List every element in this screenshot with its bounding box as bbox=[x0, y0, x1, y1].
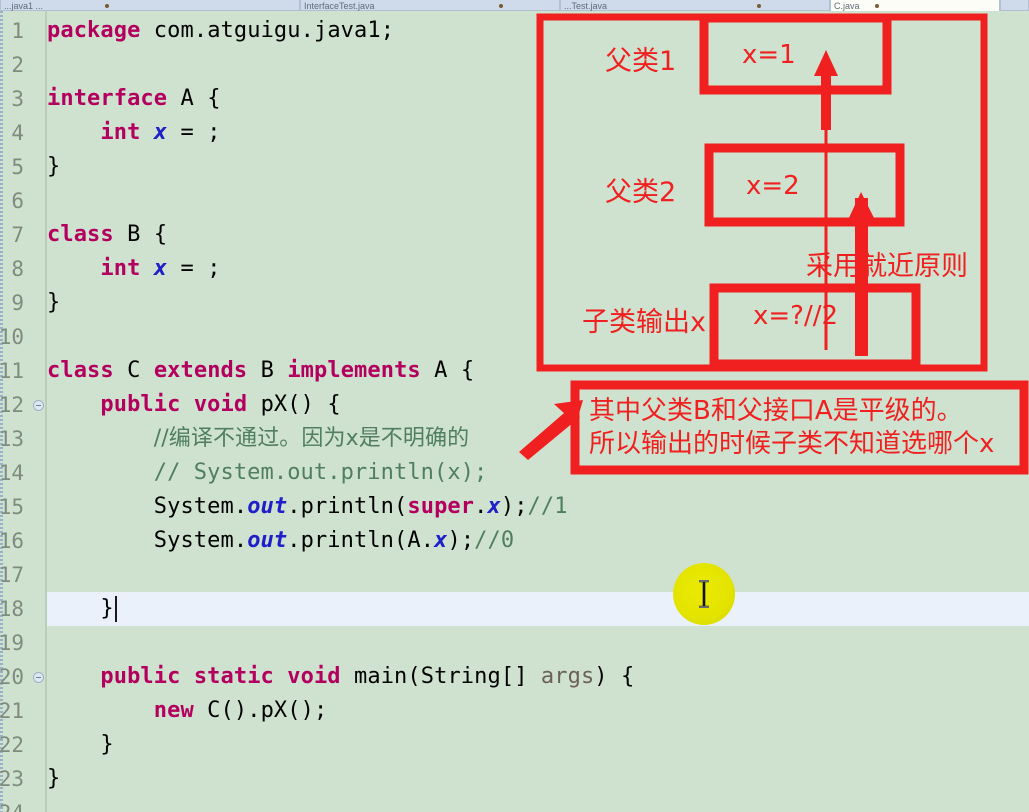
i-beam-text-cursor-icon bbox=[699, 580, 709, 608]
mouse-cursor-highlight bbox=[0, 0, 1029, 812]
screenshot-root: ...java1 ... InterfaceTest.java ...Test.… bbox=[0, 0, 1029, 812]
